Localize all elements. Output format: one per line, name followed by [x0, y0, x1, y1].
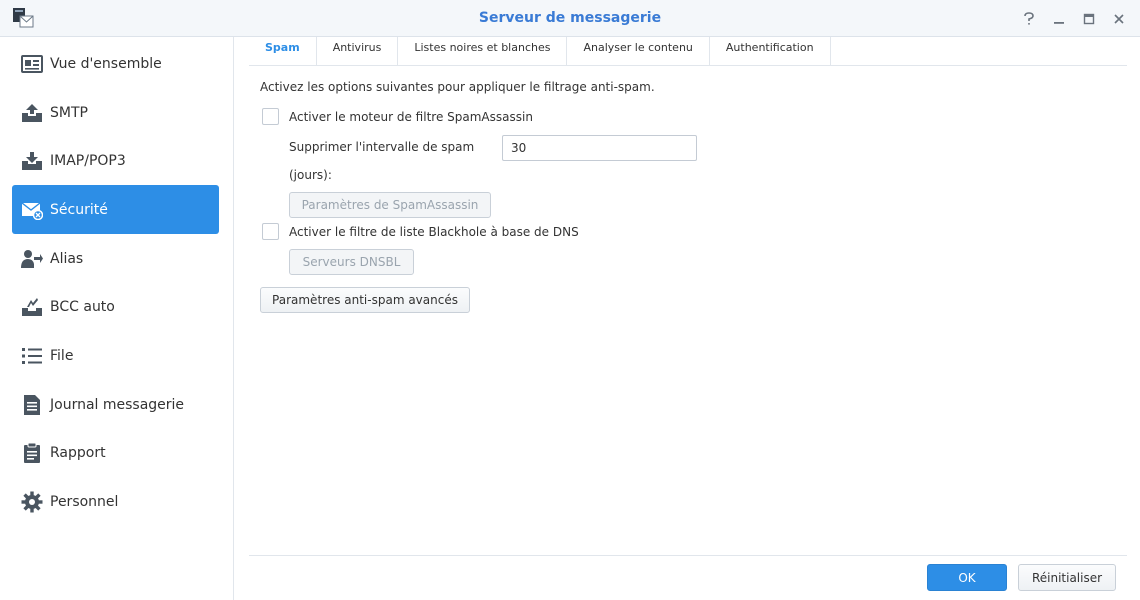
- user-forward-icon: [20, 247, 44, 271]
- delete-interval-input[interactable]: [502, 135, 697, 161]
- overview-card-icon: [20, 52, 44, 76]
- tab-antivirus[interactable]: Antivirus: [317, 37, 399, 65]
- sidebar-item-label: Journal messagerie: [50, 396, 185, 413]
- outbox-upload-icon: [20, 101, 44, 125]
- window-title: Serveur de messagerie: [478, 10, 662, 26]
- sidebar-item-label: Personnel: [50, 493, 119, 510]
- help-icon[interactable]: [1014, 7, 1044, 31]
- sidebar-item-imap-pop3[interactable]: IMAP/POP3: [12, 136, 219, 185]
- clipboard-icon: [20, 441, 44, 465]
- advanced-antispam-settings-button[interactable]: Paramètres anti-spam avancés: [260, 287, 470, 313]
- tab-blacklists-whitelists[interactable]: Listes noires et blanches: [398, 37, 568, 65]
- close-icon[interactable]: [1104, 7, 1134, 31]
- sidebar-item-personal[interactable]: Personnel: [12, 477, 219, 526]
- sidebar-item-label: Alias: [50, 250, 84, 267]
- tab-spam[interactable]: Spam: [249, 37, 317, 65]
- spamassassin-checkbox[interactable]: [262, 108, 279, 125]
- sidebar-item-smtp[interactable]: SMTP: [12, 88, 219, 137]
- dnsbl-option[interactable]: Activer le filtre de liste Blackhole à b…: [262, 223, 579, 240]
- mail-server-app-icon: [12, 7, 34, 29]
- title-bar: Serveur de messagerie: [0, 0, 1140, 37]
- sidebar-item-label: Vue d'ensemble: [50, 55, 162, 72]
- sidebar-item-label: BCC auto: [50, 298, 115, 315]
- sidebar-item-mail-log[interactable]: Journal messagerie: [12, 380, 219, 429]
- sidebar-item-report[interactable]: Rapport: [12, 428, 219, 477]
- sidebar-item-label: Sécurité: [50, 201, 108, 218]
- sidebar-item-label: File: [50, 347, 74, 364]
- sidebar-item-bcc-auto[interactable]: BCC auto: [12, 282, 219, 331]
- inbox-download-icon: [20, 149, 44, 173]
- gear-icon: [20, 490, 44, 514]
- spamassassin-label: Activer le moteur de filtre SpamAssassin: [289, 109, 533, 124]
- dnsbl-checkbox[interactable]: [262, 223, 279, 240]
- delete-interval-label: Supprimer l'intervalle de spam: [289, 140, 475, 154]
- sidebar: Vue d'ensemble SMTP IMAP/POP3 Sécurité A…: [0, 37, 234, 600]
- sidebar-item-label: Rapport: [50, 444, 106, 461]
- log-document-icon: [20, 393, 44, 417]
- reset-button[interactable]: Réinitialiser: [1018, 564, 1116, 591]
- footer-divider: [249, 555, 1127, 556]
- list-icon: [20, 344, 44, 368]
- tab-authentication[interactable]: Authentification: [710, 37, 831, 65]
- sidebar-item-alias[interactable]: Alias: [12, 234, 219, 283]
- main-panel: Spam Antivirus Listes noires et blanches…: [235, 37, 1140, 600]
- minimize-icon[interactable]: [1044, 7, 1074, 31]
- dnsbl-servers-button[interactable]: Serveurs DNSBL: [289, 249, 414, 275]
- dnsbl-label: Activer le filtre de liste Blackhole à b…: [289, 224, 579, 239]
- maximize-icon[interactable]: [1074, 7, 1104, 31]
- sidebar-item-overview[interactable]: Vue d'ensemble: [12, 39, 219, 88]
- sidebar-item-label: SMTP: [50, 104, 88, 121]
- delete-interval-unit-label: (jours):: [289, 168, 332, 182]
- tab-bar: Spam Antivirus Listes noires et blanches…: [249, 37, 1127, 66]
- sidebar-item-file[interactable]: File: [12, 331, 219, 380]
- envelope-shield-icon: [20, 198, 44, 222]
- sidebar-item-label: IMAP/POP3: [50, 152, 126, 169]
- bcc-arrow-icon: [20, 295, 44, 319]
- spamassassin-option[interactable]: Activer le moteur de filtre SpamAssassin: [262, 108, 533, 125]
- sidebar-item-security[interactable]: Sécurité: [12, 185, 219, 234]
- spam-intro-text: Activez les options suivantes pour appli…: [260, 80, 655, 94]
- tab-content-scan[interactable]: Analyser le contenu: [567, 37, 710, 65]
- window-controls: [1014, 7, 1134, 31]
- ok-button[interactable]: OK: [927, 564, 1007, 591]
- spamassassin-settings-button[interactable]: Paramètres de SpamAssassin: [289, 192, 491, 218]
